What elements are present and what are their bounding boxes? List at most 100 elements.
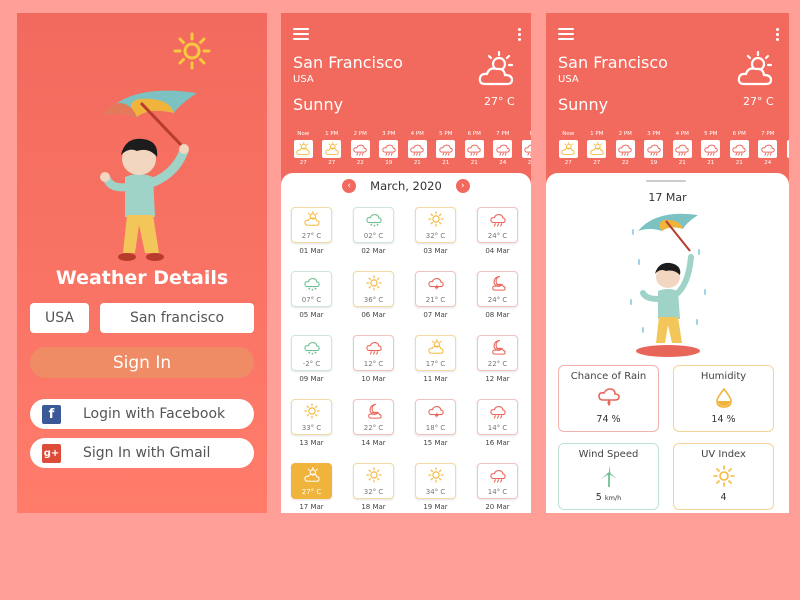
gmail-login-button[interactable]: g+ Sign In with Gmail [30, 438, 254, 468]
day-card[interactable]: 14° C [477, 399, 518, 435]
hourly-item[interactable]: Now 27 [289, 131, 318, 166]
weather-condition: Sunny [293, 95, 344, 114]
day-card[interactable]: 14° C [477, 463, 518, 499]
calendar-day[interactable]: 18° C 15 Mar [415, 399, 456, 447]
hourly-item[interactable]: 5 PM 21 [697, 131, 726, 166]
drag-handle[interactable] [646, 180, 686, 182]
day-temperature: 32° C [363, 487, 384, 496]
day-temperature: 12° C [363, 359, 384, 368]
calendar-day[interactable]: 32° C 18 Mar [353, 463, 394, 511]
day-card[interactable]: 27° C [291, 207, 332, 243]
calendar-day[interactable]: 33° C 13 Mar [291, 399, 332, 447]
hour-label: 8 [782, 131, 789, 137]
hourly-item[interactable]: 3 PM 19 [640, 131, 669, 166]
day-card[interactable]: 12° C [353, 335, 394, 371]
more-options-icon[interactable] [518, 28, 521, 43]
sun-icon [173, 32, 211, 70]
calendar-day[interactable]: 02° C 02 Mar [353, 207, 394, 255]
calendar-day[interactable]: 27° C 17 Mar [291, 463, 332, 511]
day-temperature: 32° C [425, 231, 446, 240]
chance-of-rain-card[interactable]: Chance of Rain 74 % [558, 365, 659, 432]
day-date: 08 Mar [485, 311, 510, 319]
calendar-day[interactable]: 14° C 16 Mar [477, 399, 518, 447]
day-card[interactable]: 34° C [415, 463, 456, 499]
rain-icon [407, 140, 427, 158]
rain-icon [489, 403, 506, 421]
city-input[interactable]: San francisco [100, 303, 254, 333]
hourly-forecast: Now 27 1 PM 27 2 PM 22 3 PM 19 4 PM 21 5 PM 2… [289, 131, 531, 166]
hour-label: 1 PM [325, 131, 339, 137]
hourly-item[interactable]: 7 PM 24 [754, 131, 783, 166]
next-month-button[interactable]: › [455, 179, 470, 193]
hourly-item[interactable]: 3 PM 19 [375, 131, 404, 166]
hourly-item[interactable]: 6 PM 21 [725, 131, 754, 166]
sign-in-button[interactable]: Sign In [30, 347, 254, 378]
more-options-icon[interactable] [776, 28, 779, 43]
facebook-icon: f [42, 404, 61, 424]
hourly-item[interactable]: 8 27 [782, 131, 789, 166]
calendar-day[interactable]: 12° C 10 Mar [353, 335, 394, 383]
day-card[interactable]: 17° C [415, 335, 456, 371]
hour-label: 7 PM [496, 131, 510, 137]
calendar-day[interactable]: 27° C 01 Mar [291, 207, 332, 255]
day-card[interactable]: 32° C [415, 207, 456, 243]
hourly-item[interactable]: 2 PM 22 [346, 131, 375, 166]
calendar-day[interactable]: 24° C 08 Mar [477, 271, 518, 319]
hourly-item[interactable]: 5 PM 21 [432, 131, 461, 166]
calendar-day[interactable]: 22° C 12 Mar [477, 335, 518, 383]
humidity-card[interactable]: Humidity 14 % [673, 365, 774, 432]
day-card[interactable]: 27° C [291, 463, 332, 499]
hour-label: 5 PM [439, 131, 453, 137]
current-temperature: 27° C [743, 95, 774, 108]
day-card[interactable]: 32° C [353, 463, 394, 499]
hourly-item[interactable]: 1 PM 27 [318, 131, 347, 166]
calendar-day[interactable]: 34° C 19 Mar [415, 463, 456, 511]
calendar-day[interactable]: 22° C 14 Mar [353, 399, 394, 447]
storm-icon [427, 403, 444, 421]
wind-speed-card[interactable]: Wind Speed 5 km/h [558, 443, 659, 510]
menu-icon[interactable] [293, 28, 309, 41]
hourly-item[interactable]: 1 PM 27 [583, 131, 612, 166]
hourly-item[interactable]: 7 PM 24 [489, 131, 518, 166]
day-card[interactable]: 18° C [415, 399, 456, 435]
rain-icon [436, 140, 456, 158]
calendar-day[interactable]: 07° C 05 Mar [291, 271, 332, 319]
calendar-day[interactable]: 36° C 06 Mar [353, 271, 394, 319]
hour-label: 6 PM [732, 131, 746, 137]
day-card[interactable]: 22° C [353, 399, 394, 435]
uv-index-card[interactable]: UV Index 4 [673, 443, 774, 510]
rain-icon [521, 140, 531, 158]
rain-icon [379, 140, 399, 158]
facebook-login-button[interactable]: f Login with Facebook [30, 399, 254, 429]
prev-month-button[interactable]: ‹ [342, 179, 357, 193]
hourly-item[interactable]: 4 PM 21 [668, 131, 697, 166]
day-card[interactable]: 21° C [415, 271, 456, 307]
calendar-day[interactable]: -2° C 09 Mar [291, 335, 332, 383]
hour-temperature: 27 [782, 160, 789, 166]
calendar-day[interactable]: 32° C 03 Mar [415, 207, 456, 255]
day-card[interactable]: -2° C [291, 335, 332, 371]
day-card[interactable]: 22° C [477, 335, 518, 371]
calendar-day[interactable]: 17° C 11 Mar [415, 335, 456, 383]
day-card[interactable]: 07° C [291, 271, 332, 307]
day-card[interactable]: 24° C [477, 207, 518, 243]
calendar-day[interactable]: 14° C 20 Mar [477, 463, 518, 511]
hour-temperature: 19 [650, 160, 658, 166]
hourly-item[interactable]: 6 PM 21 [460, 131, 489, 166]
hourly-item[interactable]: 8 27 [517, 131, 531, 166]
sun-icon [427, 210, 444, 229]
calendar-day[interactable]: 24° C 04 Mar [477, 207, 518, 255]
sun-icon [303, 402, 320, 421]
hourly-item[interactable]: Now 27 [554, 131, 583, 166]
country-input[interactable]: USA [30, 303, 89, 333]
calendar-day[interactable]: 21° C 07 Mar [415, 271, 456, 319]
partly-cloudy-icon [427, 338, 444, 357]
day-card[interactable]: 33° C [291, 399, 332, 435]
hourly-item[interactable]: 4 PM 21 [403, 131, 432, 166]
day-card[interactable]: 02° C [353, 207, 394, 243]
menu-icon[interactable] [558, 28, 574, 41]
day-card[interactable]: 36° C [353, 271, 394, 307]
day-card[interactable]: 24° C [477, 271, 518, 307]
day-date: 20 Mar [485, 503, 510, 511]
hourly-item[interactable]: 2 PM 22 [611, 131, 640, 166]
